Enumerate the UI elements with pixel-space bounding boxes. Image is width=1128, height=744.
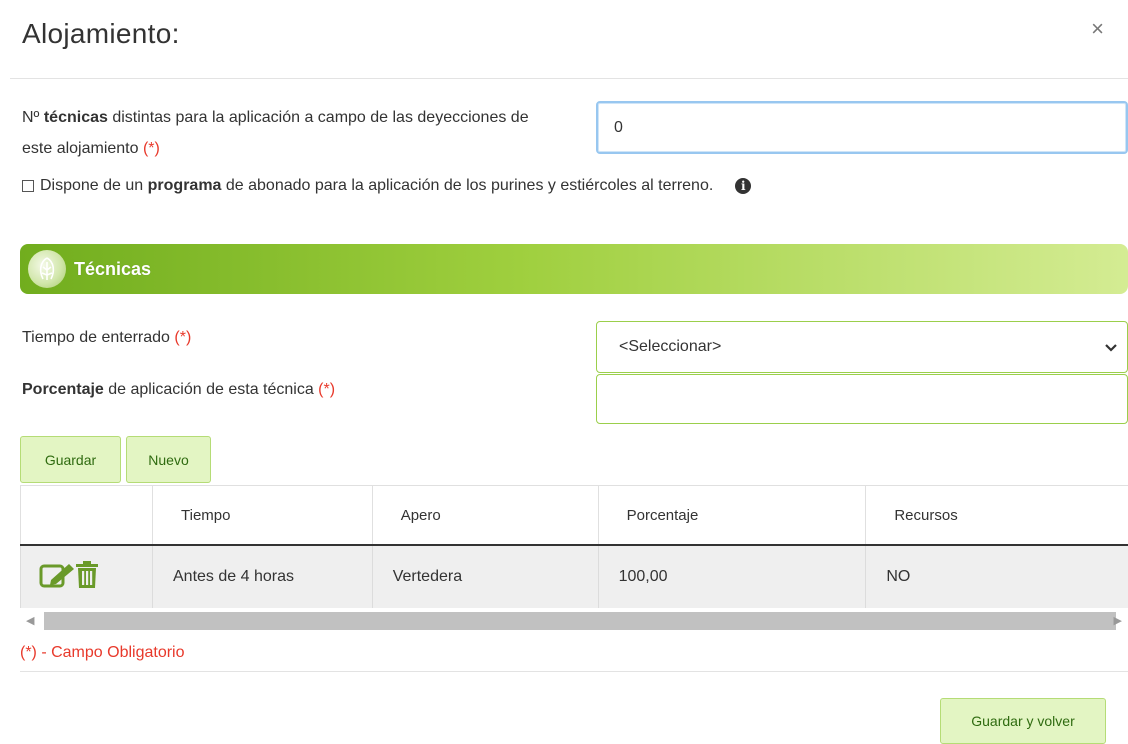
tiempo-select[interactable]: <Seleccionar> bbox=[596, 321, 1128, 373]
nuevo-button[interactable]: Nuevo bbox=[126, 436, 211, 483]
trash-icon[interactable] bbox=[75, 561, 99, 594]
cell-apero: Vertedera bbox=[372, 545, 598, 608]
scroll-right-icon[interactable]: ▶ bbox=[1114, 614, 1122, 627]
guardar-volver-button[interactable]: Guardar y volver bbox=[940, 698, 1106, 744]
tecnicas-label: Nº técnicas distintas para la aplicación… bbox=[22, 102, 542, 164]
porcentaje-input[interactable] bbox=[596, 374, 1128, 424]
column-header-apero: Apero bbox=[372, 486, 598, 546]
row-actions bbox=[21, 545, 153, 608]
column-header-tiempo: Tiempo bbox=[153, 486, 373, 546]
tiempo-label: Tiempo de enterrado (*) bbox=[22, 322, 191, 353]
edit-icon[interactable] bbox=[39, 561, 75, 594]
tecnicas-table: Tiempo Apero Porcentaje Recursos bbox=[20, 485, 1128, 608]
modal-title: Alojamiento: bbox=[22, 18, 180, 50]
table-row: Antes de 4 horas Vertedera 100,00 NO bbox=[21, 545, 1128, 608]
cell-tiempo: Antes de 4 horas bbox=[153, 545, 373, 608]
required-footnote: (*) - Campo Obligatorio bbox=[20, 644, 185, 662]
cell-porcentaje: 100,00 bbox=[598, 545, 866, 608]
tecnicas-section-header: Técnicas bbox=[20, 244, 1128, 294]
header-divider bbox=[10, 78, 1128, 79]
tecnicas-count-input[interactable] bbox=[596, 101, 1128, 154]
table-header-row: Tiempo Apero Porcentaje Recursos bbox=[21, 486, 1128, 546]
info-icon[interactable]: i bbox=[735, 178, 751, 194]
column-header-recursos: Recursos bbox=[866, 486, 1128, 546]
footer-divider bbox=[20, 671, 1128, 672]
scrollbar-thumb[interactable] bbox=[44, 612, 1116, 630]
tiempo-select-value: <Seleccionar> bbox=[619, 338, 721, 356]
cell-recursos: NO bbox=[866, 545, 1128, 608]
leaf-icon bbox=[28, 250, 66, 288]
section-title: Técnicas bbox=[74, 259, 151, 280]
guardar-button[interactable]: Guardar bbox=[20, 436, 121, 483]
programa-checkbox-row: Dispone de un programa de abonado para l… bbox=[22, 177, 751, 195]
porcentaje-label: Porcentaje de aplicación de esta técnica… bbox=[22, 374, 335, 405]
horizontal-scrollbar[interactable]: ◀ ▶ bbox=[20, 612, 1128, 630]
programa-checkbox[interactable] bbox=[22, 180, 34, 192]
column-header-porcentaje: Porcentaje bbox=[598, 486, 866, 546]
column-header-actions bbox=[21, 486, 153, 546]
scroll-left-icon[interactable]: ◀ bbox=[26, 614, 34, 627]
chevron-down-icon bbox=[1105, 339, 1117, 355]
close-icon[interactable]: × bbox=[1091, 16, 1104, 42]
programa-label: Dispone de un programa de abonado para l… bbox=[40, 177, 713, 195]
